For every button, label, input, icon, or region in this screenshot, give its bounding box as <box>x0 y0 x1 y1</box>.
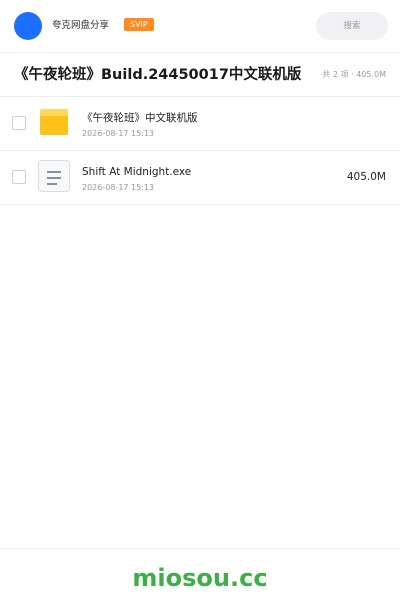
page-title: 《午夜轮班》Build.24450017中文联机版 <box>14 67 302 83</box>
item-date: 2026-08-17 15:13 <box>82 129 155 138</box>
item-checkbox[interactable] <box>12 116 26 130</box>
avatar[interactable] <box>14 12 42 40</box>
file-icon <box>38 160 70 192</box>
list-item[interactable]: 《午夜轮班》中文联机版 2026-08-17 15:13 <box>0 97 400 151</box>
top-header: 夸克网盘分享 SVIP 搜索 <box>0 0 400 53</box>
search-input[interactable]: 搜索 <box>316 12 388 40</box>
list-item[interactable]: Shift At Midnight.exe 2026-08-17 15:13 4… <box>0 151 400 205</box>
app-name: 夸克网盘分享 <box>52 20 110 31</box>
item-name[interactable]: Shift At Midnight.exe <box>82 165 332 180</box>
item-checkbox[interactable] <box>12 170 26 184</box>
item-size: 405.0M <box>346 171 386 183</box>
folder-summary: 共 2 项 · 405.0M <box>322 70 386 79</box>
folder-titlebar: 《午夜轮班》Build.24450017中文联机版 共 2 项 · 405.0M <box>0 52 400 97</box>
folder-icon <box>40 109 68 135</box>
footer: miosou.cc <box>0 548 400 601</box>
svip-badge[interactable]: SVIP <box>124 18 154 31</box>
item-date: 2026-08-17 15:13 <box>82 183 155 192</box>
item-name[interactable]: 《午夜轮班》中文联机版 <box>82 111 332 126</box>
watermark-text: miosou.cc <box>132 564 268 592</box>
